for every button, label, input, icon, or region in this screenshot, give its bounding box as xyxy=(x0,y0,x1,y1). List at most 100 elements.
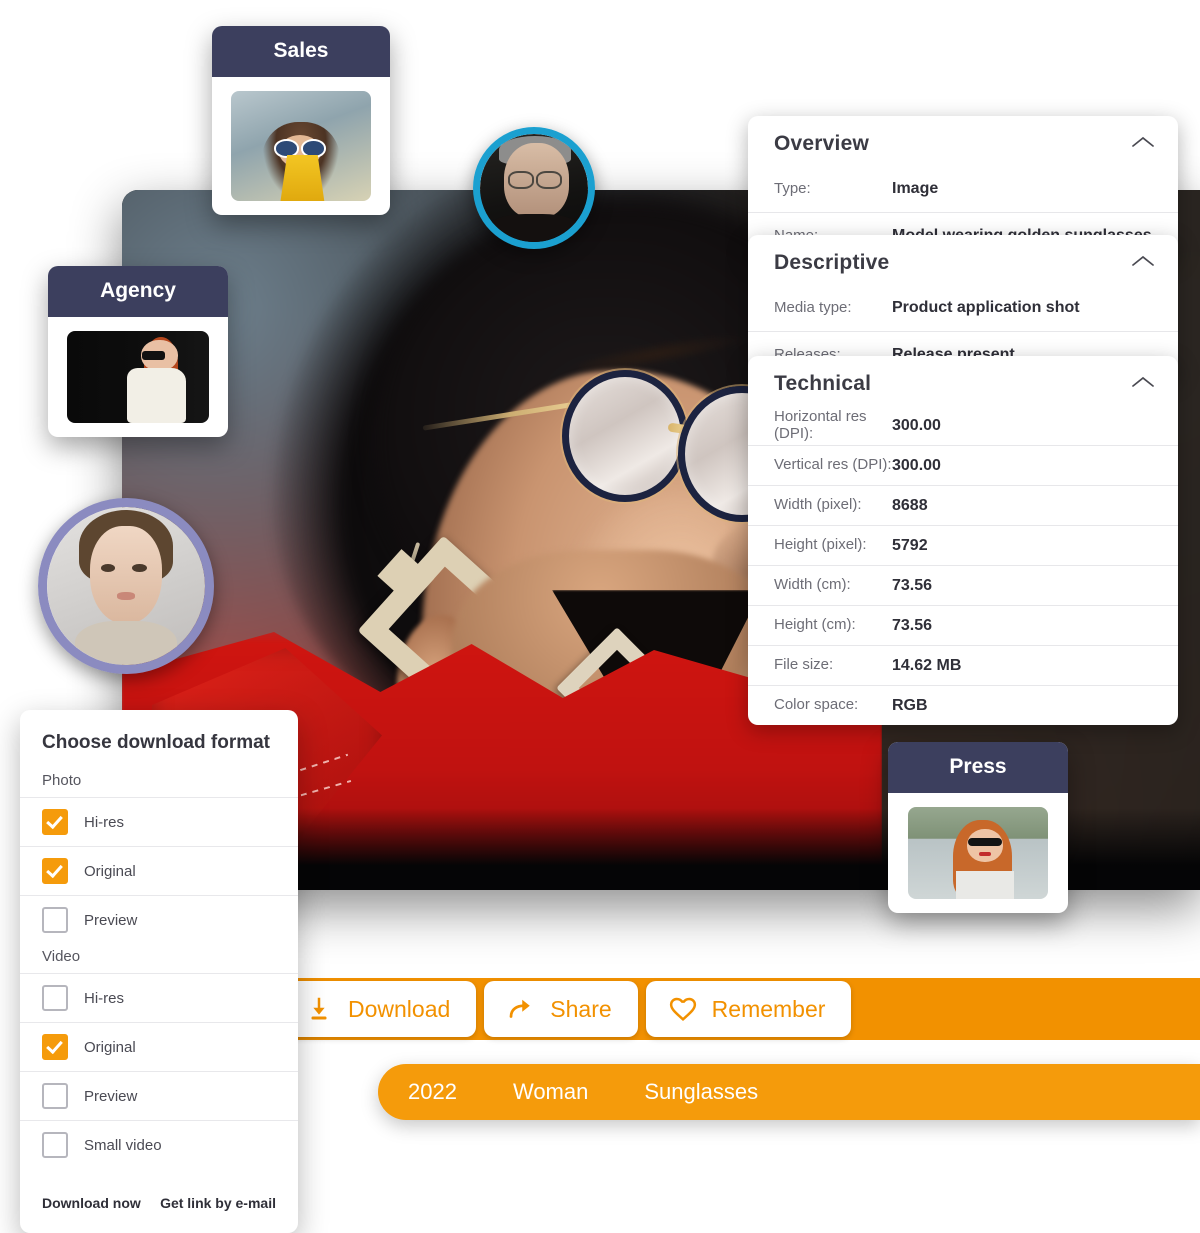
role-card-agency-body xyxy=(48,317,228,437)
chevron-up-icon[interactable] xyxy=(1130,374,1156,390)
tag-sunglasses[interactable]: Sunglasses xyxy=(616,1079,786,1105)
technical-row-width-pixel: Width (pixel): 8688 xyxy=(748,485,1178,525)
avatar-woman[interactable] xyxy=(38,498,214,674)
checkbox-video-original[interactable] xyxy=(42,1034,68,1060)
role-card-press[interactable]: Press xyxy=(888,742,1068,913)
technical-key-width-pixel: Width (pixel): xyxy=(774,496,862,514)
checkbox-photo-original[interactable] xyxy=(42,858,68,884)
avatar-woman-photo xyxy=(47,507,205,665)
download-option-label: Preview xyxy=(84,911,138,929)
technical-row-vertical-res: Vertical res (DPI): 300.00 xyxy=(748,445,1178,485)
technical-panel: Technical Horizontal res (DPI): 300.00 V… xyxy=(748,356,1178,725)
role-card-sales[interactable]: Sales xyxy=(212,26,390,215)
download-option-photo-preview[interactable]: Preview xyxy=(20,895,298,944)
descriptive-panel-title: Descriptive xyxy=(774,251,890,274)
technical-value-file-size: 14.62 MB xyxy=(892,656,962,674)
download-option-label: Small video xyxy=(84,1136,162,1154)
technical-value-vertical-res: 300.00 xyxy=(892,456,941,474)
technical-value-height-cm: 73.56 xyxy=(892,616,933,634)
overview-panel-header[interactable]: Overview xyxy=(748,116,1178,166)
download-option-label: Hi-res xyxy=(84,813,124,831)
overview-panel-title: Overview xyxy=(774,132,869,155)
download-button-label: Download xyxy=(348,995,451,1022)
technical-key-height-cm: Height (cm): xyxy=(774,616,856,634)
download-option-label: Hi-res xyxy=(84,989,124,1007)
technical-row-horizontal-res: Horizontal res (DPI): 300.00 xyxy=(748,406,1178,445)
remember-button-label: Remember xyxy=(711,995,826,1022)
chevron-up-icon[interactable] xyxy=(1130,253,1156,269)
heart-icon xyxy=(668,994,698,1024)
overview-value-type: Image xyxy=(892,180,939,197)
checkbox-photo-hires[interactable] xyxy=(42,809,68,835)
descriptive-row-media-type: Media type: Product application shot xyxy=(748,285,1178,331)
download-dialog-title: Choose download format xyxy=(42,732,270,753)
download-option-label: Preview xyxy=(84,1087,138,1105)
download-now-button[interactable]: Download now xyxy=(42,1195,141,1211)
download-option-video-hires[interactable]: Hi-res xyxy=(20,973,298,1022)
technical-key-height-pixel: Height (pixel): xyxy=(774,536,867,554)
descriptive-key-media-type: Media type: xyxy=(774,298,852,316)
role-card-sales-title: Sales xyxy=(212,26,390,77)
role-card-sales-thumbnail xyxy=(231,91,371,201)
tag-year[interactable]: 2022 xyxy=(378,1079,485,1105)
get-link-by-email-button[interactable]: Get link by e-mail xyxy=(160,1195,276,1211)
share-button-label: Share xyxy=(550,995,612,1022)
technical-row-width-cm: Width (cm): 73.56 xyxy=(748,565,1178,605)
avatar-man[interactable] xyxy=(473,127,595,249)
download-group-label-photo: Photo xyxy=(42,772,82,789)
technical-key-width-cm: Width (cm): xyxy=(774,576,851,594)
download-option-label: Original xyxy=(84,862,136,880)
role-card-press-body xyxy=(888,793,1068,913)
tag-bar: 2022 Woman Sunglasses xyxy=(378,1064,1200,1120)
overview-row-type: Type: Image xyxy=(748,166,1178,212)
descriptive-value-media-type: Product application shot xyxy=(892,299,1080,316)
photo-glasses-lens-left xyxy=(562,370,688,502)
share-button[interactable]: Share xyxy=(484,981,638,1037)
download-button[interactable]: Download xyxy=(282,981,477,1037)
technical-key-color-space: Color space: xyxy=(774,696,859,714)
technical-key-vertical-res: Vertical res (DPI): xyxy=(774,456,892,474)
action-button-group: Download Share Remember xyxy=(282,980,852,1038)
download-dialog-footer: Download now Get link by e-mail xyxy=(20,1169,298,1233)
role-card-agency-title: Agency xyxy=(48,266,228,317)
technical-value-width-cm: 73.56 xyxy=(892,576,933,594)
technical-value-horizontal-res: 300.00 xyxy=(892,416,941,434)
download-option-video-small[interactable]: Small video xyxy=(20,1120,298,1169)
download-icon xyxy=(304,994,334,1024)
remember-button[interactable]: Remember xyxy=(645,981,852,1037)
download-option-photo-original[interactable]: Original xyxy=(20,846,298,895)
overview-key-type: Type: xyxy=(774,179,811,197)
checkbox-photo-preview[interactable] xyxy=(42,907,68,933)
technical-row-color-space: Color space: RGB xyxy=(748,685,1178,725)
technical-value-color-space: RGB xyxy=(892,696,928,714)
tag-woman[interactable]: Woman xyxy=(485,1079,616,1105)
download-option-video-original[interactable]: Original xyxy=(20,1022,298,1071)
share-arrow-icon xyxy=(506,994,536,1024)
technical-value-width-pixel: 8688 xyxy=(892,496,928,514)
technical-row-height-pixel: Height (pixel): 5792 xyxy=(748,525,1178,565)
technical-key-horizontal-res: Horizontal res (DPI): xyxy=(774,408,867,442)
checkbox-video-hires[interactable] xyxy=(42,985,68,1011)
download-format-dialog: Choose download format Photo Hi-res Orig… xyxy=(20,710,298,1233)
technical-key-file-size: File size: xyxy=(774,656,834,674)
role-card-press-title: Press xyxy=(888,742,1068,793)
download-option-label: Original xyxy=(84,1038,136,1056)
download-option-video-preview[interactable]: Preview xyxy=(20,1071,298,1120)
role-card-sales-body xyxy=(212,77,390,215)
checkbox-video-preview[interactable] xyxy=(42,1083,68,1109)
technical-row-height-cm: Height (cm): 73.56 xyxy=(748,605,1178,645)
technical-panel-title: Technical xyxy=(774,372,872,395)
chevron-up-icon[interactable] xyxy=(1130,134,1156,150)
technical-value-height-pixel: 5792 xyxy=(892,536,928,554)
descriptive-panel-header[interactable]: Descriptive xyxy=(748,235,1178,285)
page-root: Download Share Remember 2022 Woman Sungl… xyxy=(0,0,1200,1233)
role-card-agency-thumbnail xyxy=(67,331,209,423)
role-card-press-thumbnail xyxy=(908,807,1048,899)
avatar-man-photo xyxy=(480,134,588,242)
technical-row-file-size: File size: 14.62 MB xyxy=(748,645,1178,685)
checkbox-video-small[interactable] xyxy=(42,1132,68,1158)
download-option-photo-hires[interactable]: Hi-res xyxy=(20,797,298,846)
technical-panel-header[interactable]: Technical xyxy=(748,356,1178,406)
role-card-agency[interactable]: Agency xyxy=(48,266,228,437)
download-group-label-video: Video xyxy=(42,948,81,965)
